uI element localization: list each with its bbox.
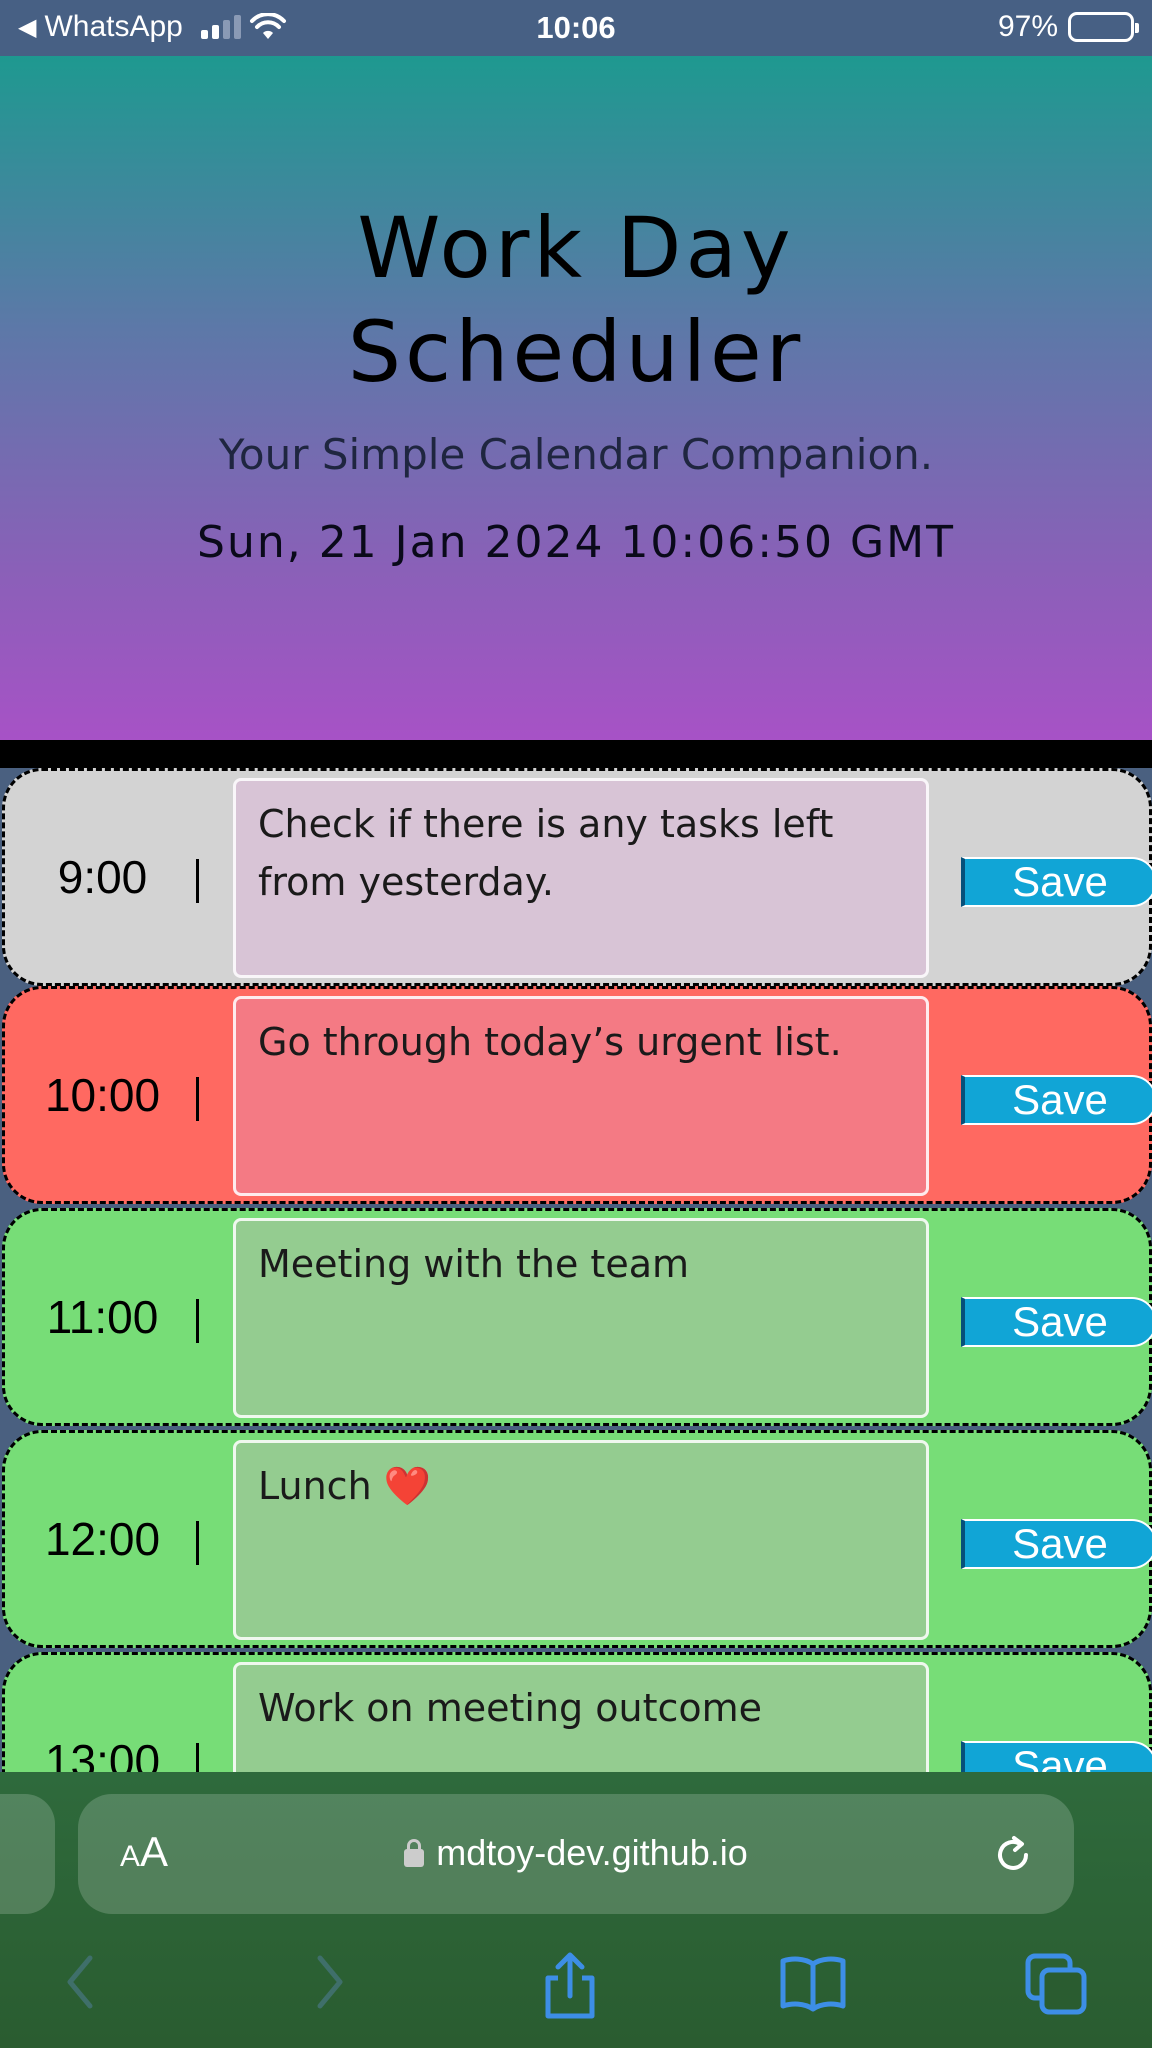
save-button[interactable]: Save: [961, 1741, 1152, 1772]
task-description[interactable]: Go through today’s urgent list.: [233, 996, 929, 1196]
time-block: 11:00 Meeting with the team Save: [2, 1208, 1152, 1426]
forward-icon[interactable]: [312, 1952, 348, 2012]
save-button[interactable]: Save: [961, 1075, 1152, 1125]
current-date: Sun, 21 Jan 2024 10:06:50 GMT: [197, 517, 955, 568]
battery-status: 97%: [997, 10, 1139, 44]
url-text: mdtoy-dev.github.io: [436, 1832, 748, 1873]
save-button[interactable]: Save: [961, 857, 1152, 907]
hour-divider: [196, 1077, 199, 1121]
tabs-icon[interactable]: [1024, 1952, 1090, 2018]
hour-label: 13:00: [44, 1735, 161, 1772]
title-line-1: Work Day: [357, 199, 795, 297]
time-block: 13:00 Work on meeting outcome Save: [2, 1652, 1152, 1772]
clock: 10:06: [536, 10, 616, 45]
task-description[interactable]: Work on meeting outcome: [233, 1662, 929, 1772]
hour-label: 10:00: [44, 1069, 161, 1121]
lock-icon: [404, 1839, 425, 1867]
time-block: 12:00 Lunch ❤️ Save: [2, 1430, 1152, 1648]
battery-icon: [1068, 12, 1139, 42]
hour-divider: [196, 859, 199, 903]
previous-tab-peek[interactable]: [0, 1794, 55, 1914]
share-icon[interactable]: [540, 1952, 600, 2022]
hour-label: 12:00: [44, 1513, 161, 1565]
title-line-2: Scheduler: [347, 303, 805, 401]
page-subtitle: Your Simple Calendar Companion.: [218, 430, 934, 479]
reload-icon[interactable]: [990, 1832, 1036, 1878]
task-description[interactable]: Lunch ❤️: [233, 1440, 929, 1640]
hour-label: 9:00: [57, 851, 148, 903]
bookmarks-icon[interactable]: [778, 1952, 848, 2012]
hour-divider: [196, 1299, 199, 1343]
hour-label: 11:00: [46, 1291, 159, 1343]
address-bar[interactable]: AAAA mdtoy-dev.github.io: [78, 1794, 1074, 1914]
time-block: 9:00 Check if there is any tasks left fr…: [2, 768, 1152, 986]
save-button[interactable]: Save: [961, 1297, 1152, 1347]
browser-toolbar: [0, 1952, 1152, 2032]
back-icon[interactable]: [62, 1952, 98, 2012]
save-button[interactable]: Save: [961, 1519, 1152, 1569]
task-description[interactable]: Meeting with the team: [233, 1218, 929, 1418]
time-block: 10:00 Go through today’s urgent list. Sa…: [2, 986, 1152, 1204]
hour-divider: [196, 1743, 199, 1772]
url-display[interactable]: mdtoy-dev.github.io: [78, 1832, 1074, 1874]
browser-chrome: AAAA mdtoy-dev.github.io: [0, 1772, 1152, 2048]
battery-percent: 97%: [997, 10, 1058, 43]
status-bar: ◀ WhatsApp 10:06 97%: [0, 0, 1152, 56]
task-description[interactable]: Check if there is any tasks left from ye…: [233, 778, 929, 978]
schedule-container: 9:00 Check if there is any tasks left fr…: [0, 768, 1152, 1772]
header-divider: [0, 740, 1152, 768]
page-title: Work Day Scheduler: [0, 196, 1152, 404]
hour-divider: [196, 1521, 199, 1565]
page-header: Work Day Scheduler Your Simple Calendar …: [0, 56, 1152, 740]
